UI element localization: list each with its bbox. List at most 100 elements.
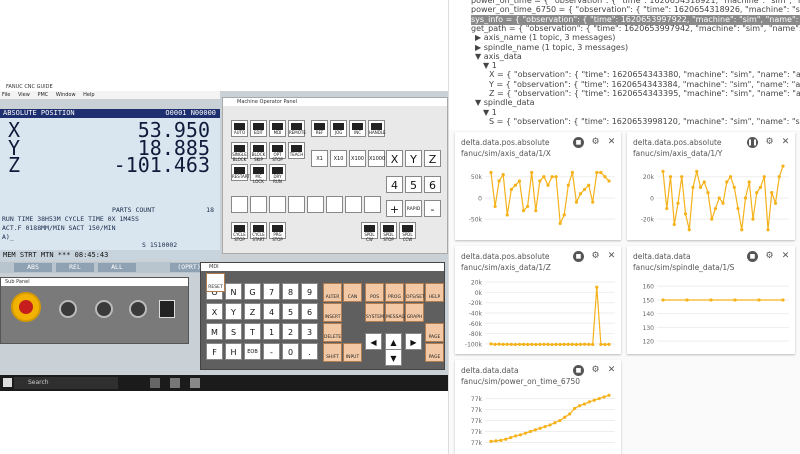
stop-icon[interactable]: ■ — [573, 251, 584, 262]
stop-icon[interactable]: ■ — [747, 251, 758, 262]
mdi-key[interactable]: G — [244, 283, 261, 300]
mdi-function-key[interactable]: CAN — [343, 283, 362, 302]
taskbar-search-input[interactable]: Search — [14, 377, 118, 389]
machine-key[interactable]: JOG — [330, 120, 347, 137]
mdi-function-key[interactable]: POS — [365, 283, 384, 302]
mdi-function-key[interactable]: SHIFT — [323, 343, 342, 362]
softkey-abs[interactable]: ABS — [14, 263, 52, 272]
machine-key[interactable]: MC LOCK — [250, 164, 267, 184]
close-icon[interactable]: ✕ — [606, 137, 617, 148]
axis-key[interactable]: Y — [405, 150, 422, 167]
cursor-up-icon[interactable]: ▲ — [385, 333, 402, 350]
jog-increment-key[interactable]: X1 — [311, 150, 328, 167]
mdi-function-key[interactable]: GRAPH — [405, 303, 424, 322]
axis-key[interactable]: 4 — [386, 176, 403, 193]
taskbar-app-icon[interactable] — [190, 378, 200, 388]
machine-key[interactable]: CYCLE STOP — [231, 222, 248, 242]
blank-key[interactable] — [250, 196, 267, 213]
blank-key[interactable] — [288, 196, 305, 213]
menu-pmc[interactable]: PMC — [37, 92, 48, 98]
mdi-function-key[interactable]: SYSTEM — [365, 303, 384, 322]
machine-key[interactable]: EDIT — [250, 120, 267, 137]
blank-key[interactable] — [231, 196, 248, 213]
mdi-key[interactable]: 9 — [301, 283, 318, 300]
mdi-function-key[interactable]: PAGE — [425, 343, 444, 362]
mdi-key[interactable]: N — [225, 283, 242, 300]
mdi-key[interactable]: 1 — [263, 323, 280, 340]
gear-icon[interactable]: ⚙ — [590, 251, 601, 262]
mdi-function-key[interactable]: INPUT — [343, 343, 362, 362]
taskbar-app-icon[interactable] — [170, 378, 180, 388]
gear-icon[interactable]: ⚙ — [590, 365, 601, 376]
menu-window[interactable]: Window — [56, 92, 76, 98]
mdi-function-key[interactable]: HELP — [425, 283, 444, 302]
jog-increment-key[interactable]: X1000 — [368, 150, 385, 167]
mdi-key[interactable]: 7 — [263, 283, 280, 300]
machine-key[interactable]: HANDLE — [368, 120, 386, 137]
cursor-down-icon[interactable]: ▼ — [385, 349, 402, 366]
gear-icon[interactable]: ⚙ — [590, 137, 601, 148]
machine-key[interactable]: REMOTE — [288, 120, 306, 137]
mdi-key[interactable]: S — [225, 323, 242, 340]
machine-key[interactable]: OPT STOP — [269, 142, 286, 162]
mdi-key[interactable]: M — [206, 323, 223, 340]
blank-key[interactable] — [326, 196, 343, 213]
machine-key[interactable]: MDI — [269, 120, 286, 137]
close-icon[interactable]: ✕ — [606, 251, 617, 262]
mdi-function-key[interactable]: PAGE — [425, 323, 444, 342]
blank-key[interactable] — [269, 196, 286, 213]
axis-key[interactable]: 5 — [405, 176, 422, 193]
mdi-key[interactable]: X — [206, 303, 223, 320]
mdi-key[interactable]: 0 — [282, 343, 299, 360]
softkey-all[interactable]: ALL — [98, 263, 136, 272]
axis-key[interactable]: RAPID — [405, 200, 422, 217]
mdi-function-key[interactable]: INSERT — [323, 303, 342, 322]
machine-key[interactable]: SPDL STOP — [380, 222, 397, 242]
mdi-key[interactable]: 2 — [282, 323, 299, 340]
cursor-left-icon[interactable]: ◀ — [365, 333, 382, 350]
gear-icon[interactable]: ⚙ — [764, 251, 775, 262]
jog-increment-key[interactable]: X100 — [349, 150, 366, 167]
taskbar-app-icon[interactable] — [150, 378, 160, 388]
emergency-stop-button[interactable] — [11, 292, 41, 322]
blank-key[interactable] — [307, 196, 324, 213]
close-icon[interactable]: ✕ — [606, 365, 617, 376]
mdi-key[interactable]: - — [263, 343, 280, 360]
menu-view[interactable]: View — [18, 92, 30, 98]
mdi-key[interactable]: . — [301, 343, 318, 360]
key-switch[interactable] — [159, 300, 175, 318]
windows-start-icon[interactable] — [3, 378, 12, 387]
jog-increment-key[interactable]: X10 — [330, 150, 347, 167]
softkey-rel[interactable]: REL — [56, 263, 94, 272]
mdi-function-key[interactable]: OFS/SET — [405, 283, 425, 302]
close-icon[interactable]: ✕ — [780, 137, 791, 148]
cursor-right-icon[interactable]: ▶ — [405, 333, 422, 350]
mdi-function-key[interactable]: MESSAGE — [385, 303, 408, 322]
gear-icon[interactable]: ⚙ — [764, 137, 775, 148]
axis-key[interactable]: + — [386, 200, 403, 217]
machine-key[interactable]: RESTART — [231, 164, 250, 181]
close-icon[interactable]: ✕ — [780, 251, 791, 262]
mdi-key[interactable]: T — [244, 323, 261, 340]
machine-key[interactable]: SPDL CW — [361, 222, 378, 242]
machine-key[interactable]: CYCLE START — [250, 222, 267, 242]
mdi-key[interactable]: F — [206, 343, 223, 360]
mdi-key[interactable]: 3 — [301, 323, 318, 340]
tree-node[interactable]: ▼ axis_data — [475, 52, 522, 62]
machine-key[interactable]: DRY RUN — [269, 164, 286, 184]
spindle-override-knob[interactable] — [95, 300, 113, 318]
machine-key[interactable]: BLOCK SKIP — [250, 142, 267, 162]
machine-key[interactable]: SINGLE BLOCK — [231, 142, 248, 162]
mdi-key[interactable]: Z — [244, 303, 261, 320]
mdi-key[interactable]: 8 — [282, 283, 299, 300]
stop-icon[interactable]: ■ — [573, 365, 584, 376]
mdi-key[interactable]: 6 — [301, 303, 318, 320]
blank-key[interactable] — [364, 196, 381, 213]
menu-file[interactable]: File — [2, 92, 10, 98]
axis-key[interactable]: X — [386, 150, 403, 167]
machine-key[interactable]: AUTO — [231, 120, 248, 137]
axis-key[interactable]: - — [424, 200, 441, 217]
tree-node[interactable]: Z = { "observation": { "time": 162065434… — [489, 89, 800, 99]
mdi-function-key[interactable]: ALTER — [323, 283, 342, 302]
blank-key[interactable] — [345, 196, 362, 213]
